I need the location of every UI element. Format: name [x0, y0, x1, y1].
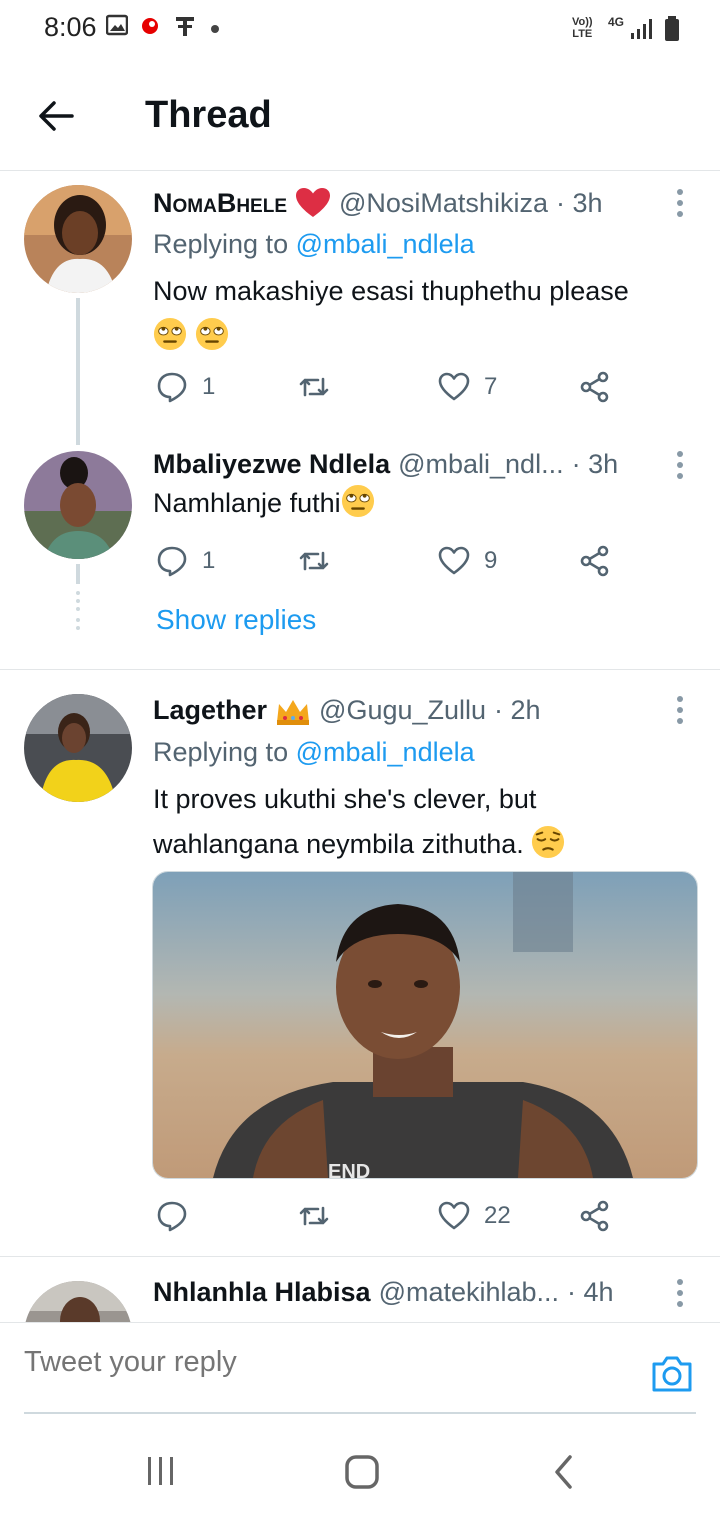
volte-indicator: Vo)) LTE [572, 16, 593, 40]
share-icon [580, 371, 609, 403]
eye-roll-emoji-icon [341, 484, 374, 518]
mention-link[interactable]: @mbali_ndlela [296, 229, 475, 259]
handle[interactable]: @NosiMatshikiza [339, 188, 548, 219]
display-name[interactable]: NomaBhele [153, 188, 287, 219]
heart-emoji-icon [296, 188, 330, 217]
heart-icon [438, 1201, 470, 1230]
share-button[interactable] [579, 371, 611, 403]
replying-to: Replying to @mbali_ndlela [153, 737, 475, 767]
share-icon [580, 545, 609, 577]
back-icon[interactable] [552, 1454, 576, 1490]
thread-line [76, 298, 80, 445]
heart-icon [438, 546, 470, 575]
retweet-button[interactable] [298, 371, 330, 403]
signal-icon [631, 19, 652, 39]
reply-input[interactable] [24, 1346, 584, 1379]
display-name[interactable]: Nhlanhla Hlabisa [153, 1277, 371, 1308]
reply-button[interactable]: 1 [156, 371, 215, 403]
more-options-icon[interactable] [670, 187, 690, 219]
share-icon [580, 1200, 609, 1232]
like-count: 22 [484, 1202, 511, 1229]
avatar[interactable] [24, 185, 132, 293]
network-type: 4G [608, 15, 625, 29]
thread-dot [76, 626, 80, 630]
heart-icon [438, 372, 470, 401]
page-title: Thread [145, 94, 272, 136]
vodafone-icon [142, 18, 158, 34]
reply-button[interactable] [156, 1200, 188, 1232]
tweet[interactable]: Nhlanhla Hlabisa @matekihlab... · 4h [0, 1257, 720, 1322]
tweet-header: NomaBhele @NosiMatshikiza · 3h [153, 187, 603, 219]
more-options-icon[interactable] [670, 1277, 690, 1309]
retweet-icon [299, 1206, 329, 1226]
thread-dot [76, 599, 80, 603]
share-button[interactable] [579, 1200, 611, 1232]
avatar[interactable] [24, 1281, 132, 1322]
tweet-header: Nhlanhla Hlabisa @matekihlab... · 4h [153, 1277, 614, 1308]
handle[interactable]: @mbali_ndl... [398, 449, 563, 480]
avatar[interactable] [24, 694, 132, 802]
like-count: 9 [484, 547, 498, 574]
reply-button[interactable]: 1 [156, 545, 215, 577]
camera-icon[interactable] [650, 1354, 694, 1394]
system-nav-bar [0, 1414, 720, 1520]
tweet[interactable]: Mbaliyezwe Ndlela @mbali_ndl... · 3h Nam… [0, 441, 720, 669]
tweet-media-image[interactable]: END [152, 871, 698, 1179]
image-icon [106, 14, 128, 36]
recent-apps-icon[interactable] [145, 1456, 177, 1486]
header: Thread [0, 60, 720, 171]
tweet-header: Mbaliyezwe Ndlela @mbali_ndl... · 3h [153, 449, 618, 480]
tweet[interactable]: Lagether @Gugu_Zullu · 2h Replying to @m… [0, 670, 720, 1256]
thread-dot [76, 607, 80, 611]
status-bar: 8:06 Vo)) LTE 4G [0, 0, 720, 60]
timestamp: · 4h [567, 1277, 614, 1307]
retweet-button[interactable] [298, 1200, 330, 1232]
tweet-text: Namhlanje futhi [153, 481, 703, 526]
reply-count: 1 [202, 373, 216, 400]
crown-emoji-icon [277, 699, 310, 725]
clock: 8:06 [44, 12, 97, 42]
tweet-text: It proves ukuthi she's clever, but wahla… [153, 777, 703, 867]
pensive-emoji-icon [532, 825, 565, 859]
reply-icon [157, 546, 187, 577]
eye-roll-emoji-icon [195, 317, 228, 351]
timestamp: · 2h [494, 695, 541, 725]
thread-dot [76, 591, 80, 595]
retweet-button[interactable] [298, 545, 330, 577]
more-options-icon[interactable] [670, 449, 690, 481]
like-button[interactable]: 22 [438, 1200, 511, 1232]
show-replies-link[interactable]: Show replies [156, 604, 316, 636]
reply-count: 1 [202, 547, 216, 574]
more-options-icon[interactable] [670, 694, 690, 726]
reply-icon [157, 1201, 187, 1232]
replying-to: Replying to @mbali_ndlela [153, 229, 475, 259]
battery-icon [665, 16, 679, 41]
display-name[interactable]: Mbaliyezwe Ndlela [153, 449, 390, 480]
display-name[interactable]: Lagether [153, 695, 267, 726]
like-button[interactable]: 7 [438, 371, 497, 403]
avatar[interactable] [24, 451, 132, 559]
share-button[interactable] [579, 545, 611, 577]
thread-dot [76, 618, 80, 622]
tweet-header: Lagether @Gugu_Zullu · 2h [153, 695, 541, 726]
tweet[interactable]: NomaBhele @NosiMatshikiza · 3h Replying … [0, 171, 720, 445]
like-button[interactable]: 9 [438, 545, 497, 577]
timestamp: · 3h [555, 187, 603, 218]
usb-icon [176, 17, 194, 36]
thread-line [76, 564, 80, 584]
handle[interactable]: @matekihlab... [379, 1277, 559, 1308]
reply-icon [157, 372, 187, 403]
mention-link[interactable]: @mbali_ndlela [296, 737, 475, 767]
back-arrow-icon[interactable] [34, 94, 78, 138]
timestamp: · 3h [571, 449, 619, 479]
notification-dot-icon [211, 25, 219, 33]
like-count: 7 [484, 373, 498, 400]
retweet-icon [299, 551, 329, 571]
retweet-icon [299, 377, 329, 397]
svg-text:END: END [328, 1161, 370, 1178]
tweet-text: Now makashiye esasi thuphethu please [153, 269, 703, 359]
eye-roll-emoji-icon [153, 317, 187, 351]
handle[interactable]: @Gugu_Zullu [319, 695, 486, 726]
home-icon[interactable] [344, 1454, 380, 1490]
